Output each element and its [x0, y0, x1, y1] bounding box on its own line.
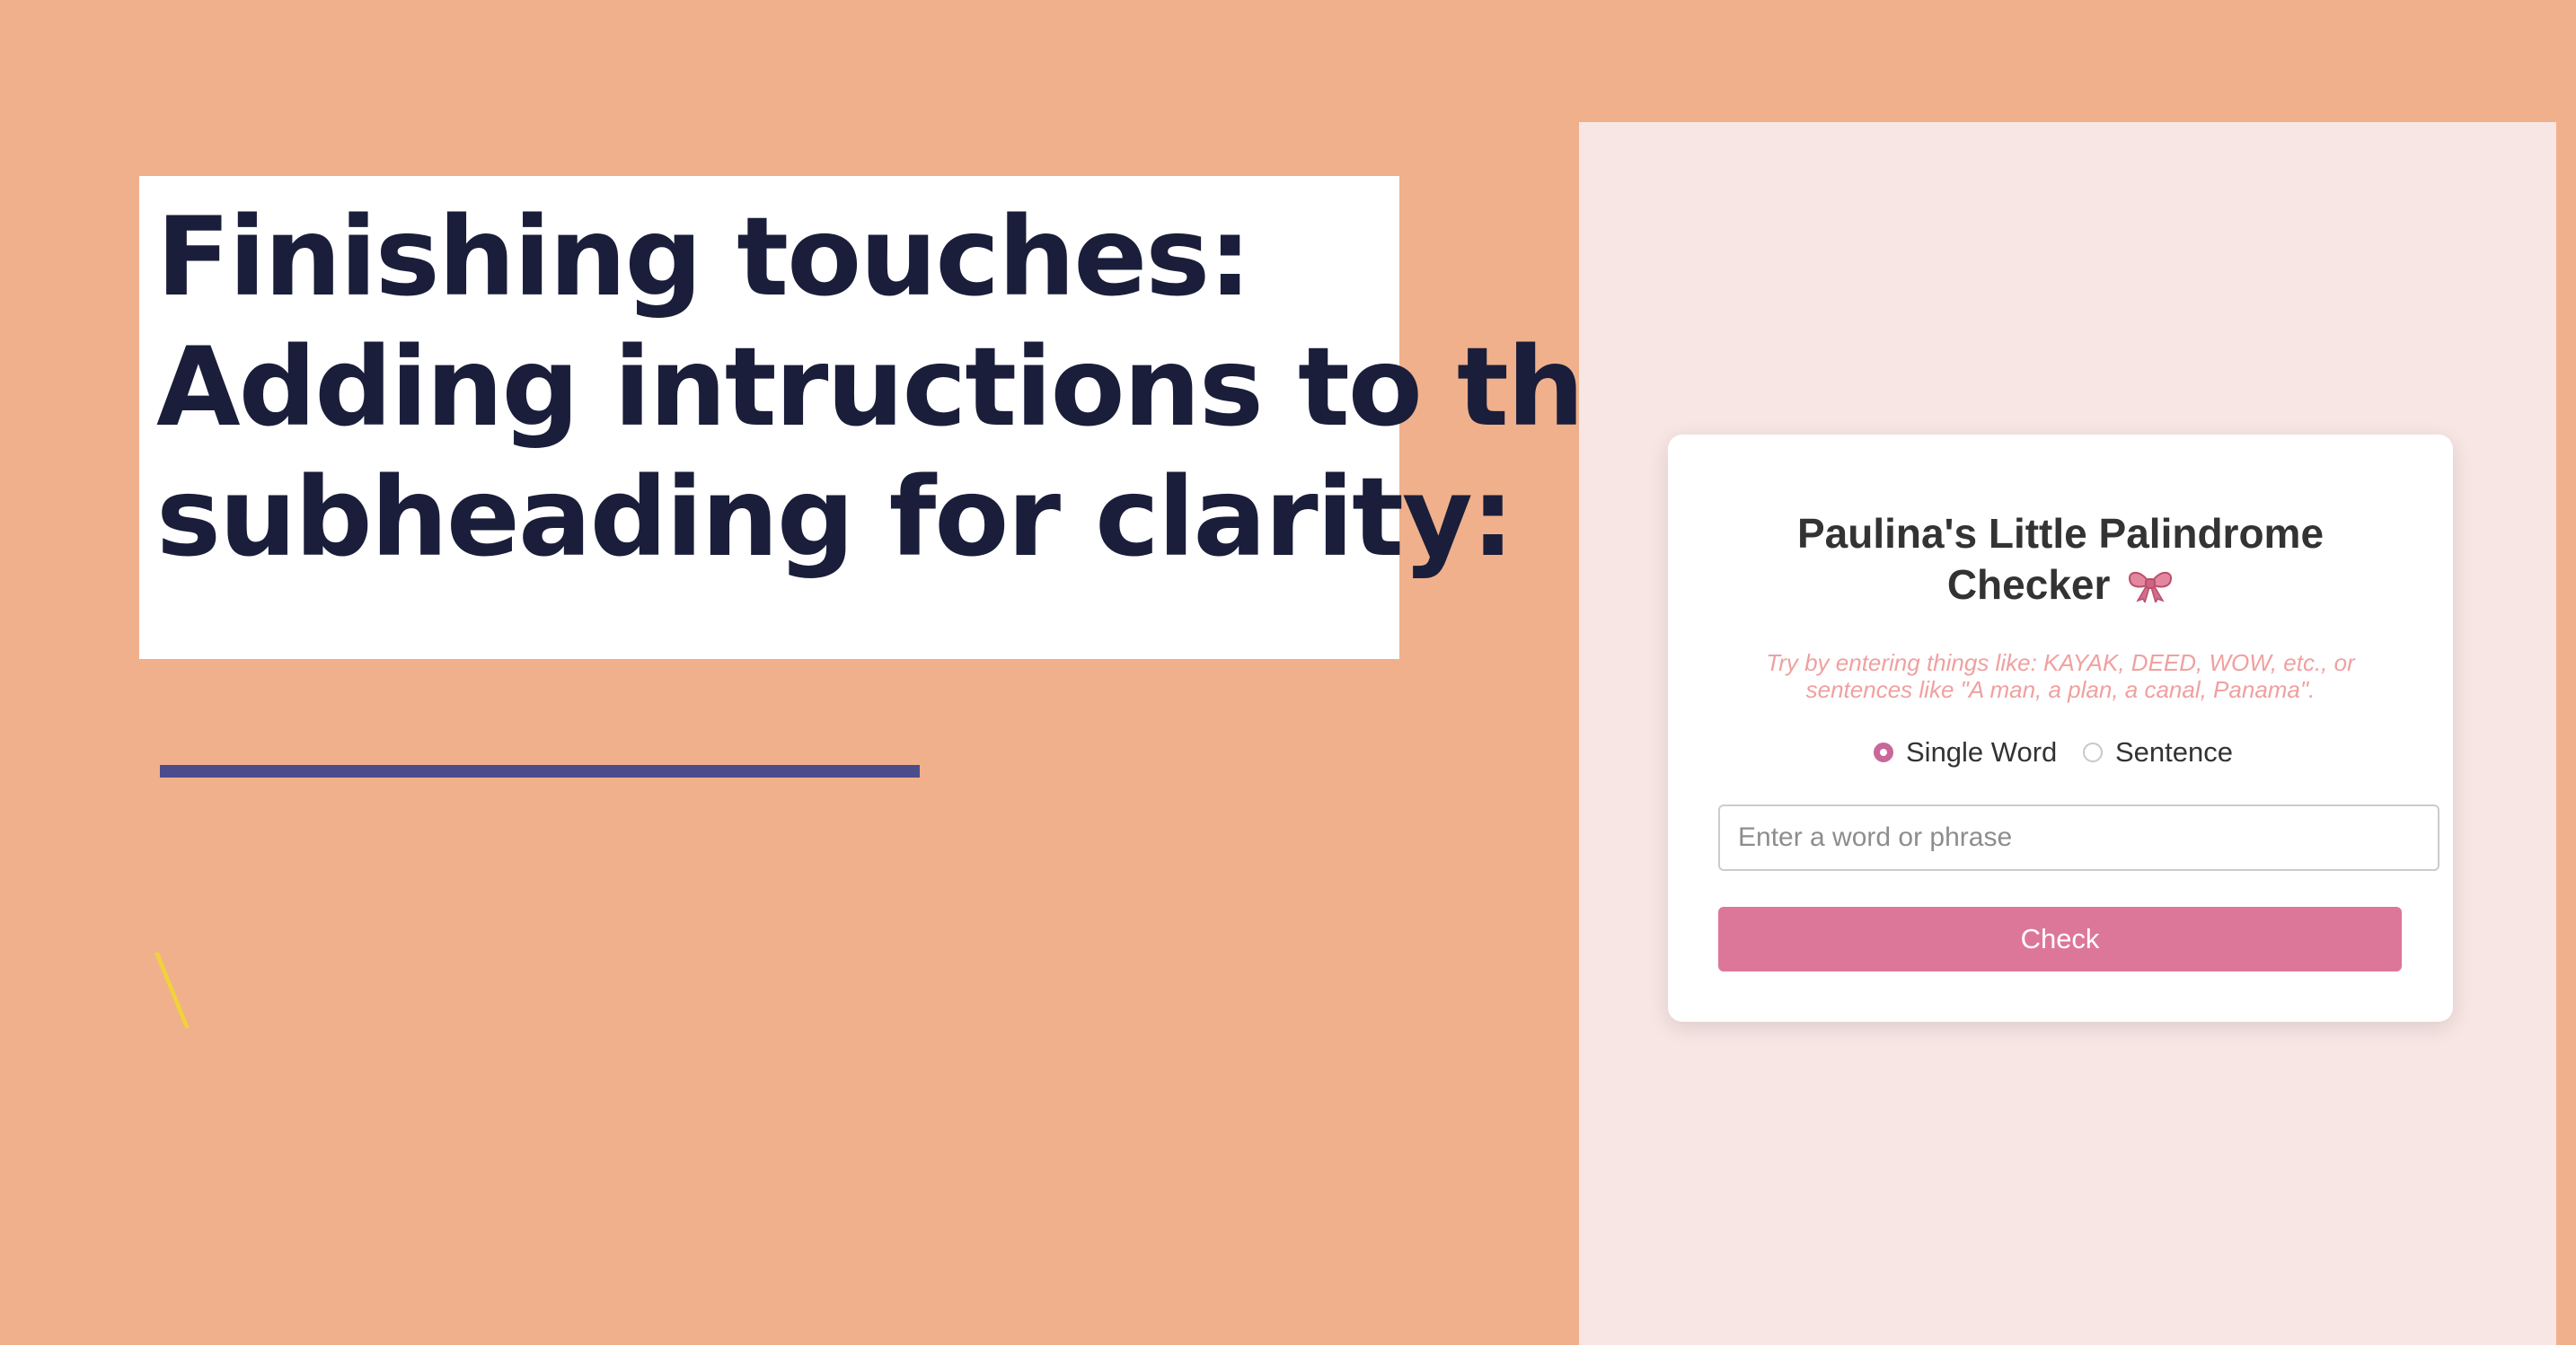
slide-title-line: subheading for clarity:	[156, 454, 1514, 581]
radio-single-word-label: Single Word	[1906, 736, 2058, 768]
radio-unselected-icon[interactable]	[2083, 743, 2103, 762]
radio-single-word[interactable]: Single Word	[1874, 734, 2057, 771]
slide-title-box: Finishing touches: Adding intructions to…	[139, 176, 1656, 659]
slide-title-line: Finishing touches:	[156, 194, 1252, 321]
radio-sentence[interactable]: Sentence	[2083, 734, 2233, 771]
ribbon-bow-icon	[2127, 563, 2174, 605]
word-input[interactable]	[1718, 804, 2439, 871]
checker-title-line1: Paulina's Little Palindrome	[1796, 510, 2325, 557]
checker-title: Paulina's Little Palindrome Checker	[1668, 508, 2453, 611]
slide-title: Finishing touches: Adding intructions to…	[156, 192, 1656, 583]
slide-title-line: Adding intructions to the	[156, 324, 1656, 451]
checker-title-line2: Checker	[1946, 561, 2111, 608]
radio-selected-icon[interactable]	[1874, 743, 1893, 762]
accent-divider	[160, 765, 920, 778]
palindrome-checker-card: Paulina's Little Palindrome Checker Try …	[1668, 435, 2453, 1022]
stray-backslash-mark	[154, 953, 190, 1028]
mode-radio-group: Single Word Sentence	[1668, 734, 2453, 771]
radio-sentence-label: Sentence	[2115, 736, 2233, 768]
checker-instructions: Try by entering things like: KAYAK, DEED…	[1766, 649, 2355, 703]
check-button[interactable]: Check	[1718, 907, 2402, 971]
